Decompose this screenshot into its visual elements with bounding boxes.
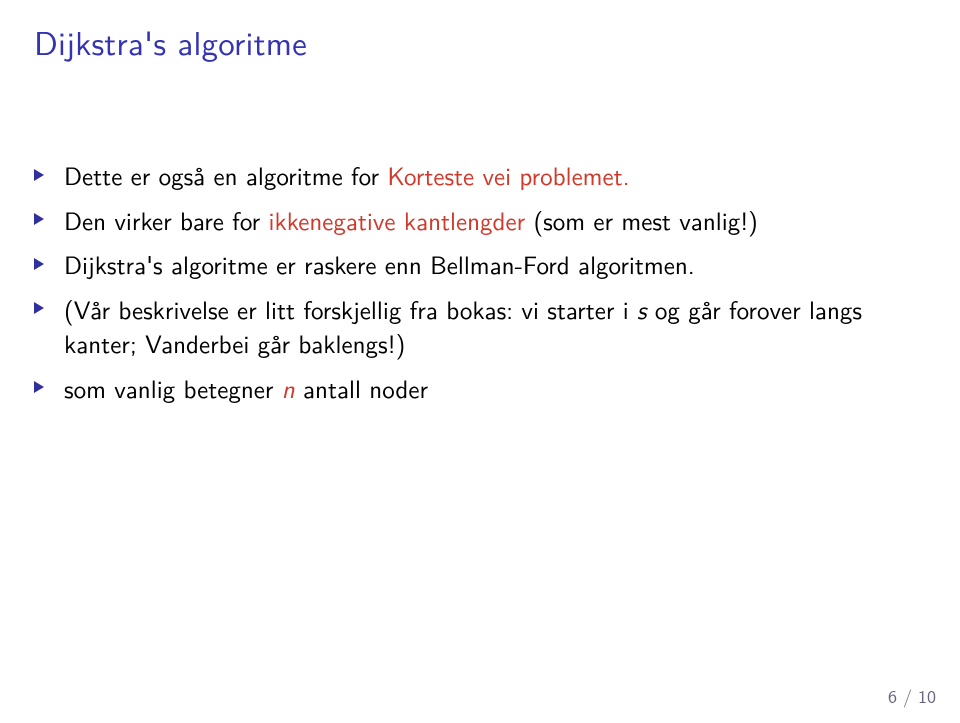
item-text: Den virker bare for [64,201,269,238]
bullet-icon [34,302,44,314]
item-text: som vanlig betegner [64,369,282,406]
list-item: Dette er også en algoritme for Korteste … [34,158,926,193]
item-italic: s [637,290,647,327]
item-text: Dijkstra's algoritme er raskere enn Bell… [64,245,695,282]
item-highlight: n [282,369,295,406]
bullet-icon [34,213,44,225]
bullet-icon [34,381,44,393]
item-text: Dette er også en algoritme for [64,156,387,193]
list-item: (Vår beskrivelse er litt forskjellig fra… [34,292,926,361]
bullet-list: Dette er også en algoritme for Korteste … [34,158,926,405]
item-text: antall noder [295,369,428,406]
item-text: (Vår beskrivelse er litt forskjellig fra… [64,290,637,327]
list-item: Den virker bare for ikkenegative kantlen… [34,203,926,238]
bullet-icon [34,169,44,181]
item-highlight: ikkenegative kantlengder [269,201,526,238]
list-item: som vanlig betegner n antall noder [34,371,926,406]
page-number: 6 / 10 [888,682,936,709]
slide: Dijkstra's algoritme Dette er også en al… [0,0,960,723]
item-text: (som er mest vanlig!) [525,201,758,238]
list-item: Dijkstra's algoritme er raskere enn Bell… [34,247,926,282]
slide-title: Dijkstra's algoritme [34,18,926,66]
bullet-icon [34,258,44,270]
item-highlight: Korteste vei problemet. [387,156,629,193]
